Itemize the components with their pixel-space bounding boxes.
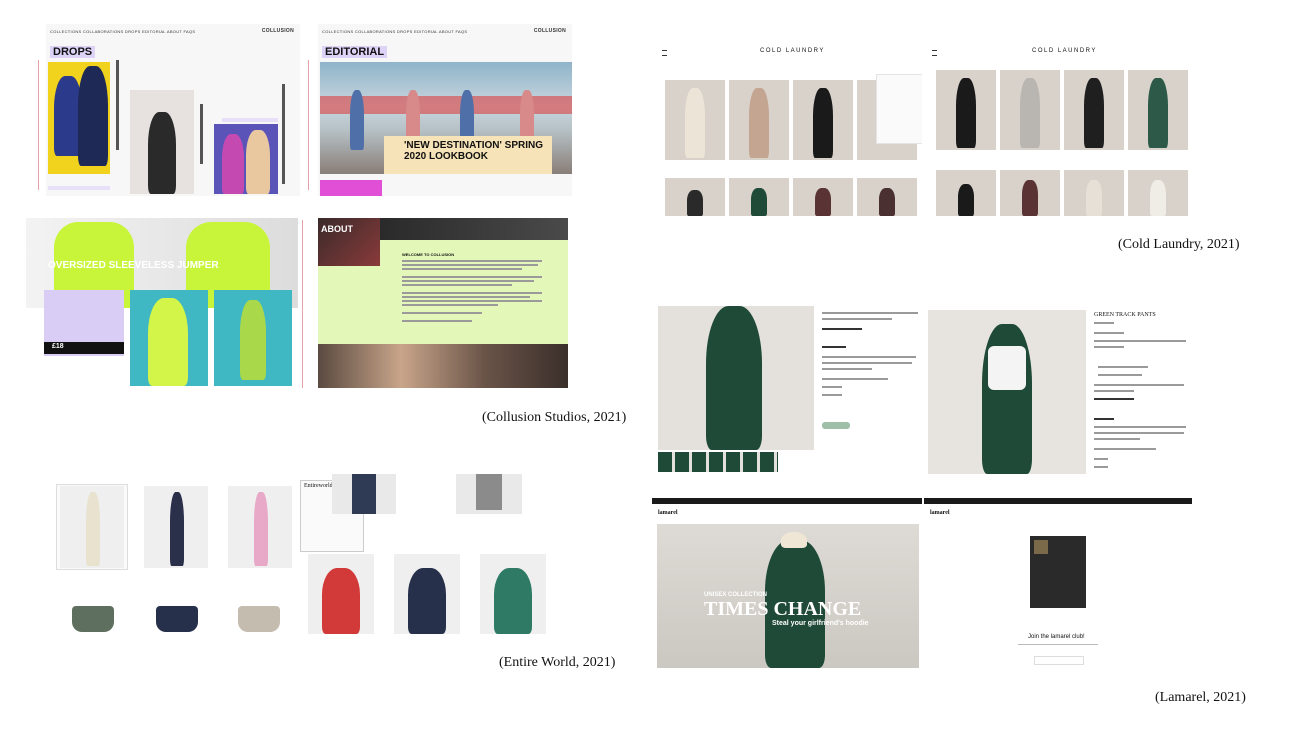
cold-laundry-product-1 — [656, 304, 922, 474]
jumper-photo-1[interactable] — [130, 290, 208, 386]
cl-sort-dropdown[interactable] — [876, 74, 922, 144]
collusion-editorial-screenshot: COLLECTIONS COLLABORATIONS DROPS EDITORI… — [318, 24, 572, 196]
jumper-title: OVERSIZED SLEEVELESS JUMPER — [48, 260, 219, 271]
cl2-product-8[interactable] — [1128, 170, 1188, 216]
ew-model-2[interactable] — [144, 486, 208, 568]
cl2-product-2[interactable] — [1000, 70, 1060, 150]
collusion-about-screenshot: ABOUT WELCOME TO COLLUSION — [318, 218, 568, 388]
lookbook-card[interactable]: 'NEW DESTINATION' SPRING 2020 LOOKBOOK — [384, 136, 552, 174]
ew-short-3[interactable] — [238, 606, 280, 632]
ew-brand-2[interactable]: Entireworld — [304, 483, 333, 489]
drops-label: DROPS — [50, 46, 96, 58]
editorial-label: EDITORIAL — [322, 46, 388, 58]
about-photo-strip — [380, 218, 568, 240]
lamarel-hero-title: TIMES CHANGE — [704, 598, 862, 620]
caption-lamarel: (Lamarel, 2021) — [1155, 690, 1246, 705]
lamarel-playlist-widget[interactable] — [1030, 536, 1086, 608]
menu-icon[interactable] — [662, 50, 667, 56]
cold-laundry-screenshot-2: COLD LAUNDRY — [926, 44, 1192, 216]
lamarel-club-heading: Join the lamarel club! — [1028, 634, 1085, 640]
collusion-red-margin-2 — [308, 60, 309, 190]
ew-top-1[interactable] — [332, 474, 396, 514]
vertical-text-3 — [282, 84, 285, 184]
drops-photo-middle[interactable] — [130, 90, 194, 194]
cold-laundry-product-2: GREEN TRACK PANTS — [926, 304, 1192, 480]
menu-icon-2[interactable] — [932, 50, 937, 56]
lamarel-brand[interactable]: lamarel — [658, 510, 678, 516]
cold-laundry-screenshot-1: COLD LAUNDRY — [656, 44, 922, 216]
about-heading: WELCOME TO COLLUSION — [402, 252, 455, 257]
ew-short-2[interactable] — [156, 606, 198, 632]
lamarel-hero-photo[interactable] — [657, 524, 919, 668]
cl2-product-4[interactable] — [1128, 70, 1188, 150]
collusion-brand-2[interactable]: COLLUSION — [534, 28, 566, 34]
caption-collusion: (Collusion Studios, 2021) — [482, 410, 627, 425]
about-photo-bottom — [318, 344, 568, 388]
cl-pdp2-photo[interactable] — [928, 310, 1086, 474]
vertical-text-2 — [200, 104, 203, 164]
cl2-product-3[interactable] — [1064, 70, 1124, 150]
cold-laundry-brand[interactable]: COLD LAUNDRY — [760, 48, 825, 54]
ew-short-1[interactable] — [72, 606, 114, 632]
lamarel-hero-sub: Steal your girlfriend's hoodie — [772, 620, 869, 627]
collusion-nav-2[interactable]: COLLECTIONS COLLABORATIONS DROPS EDITORI… — [322, 29, 467, 34]
jumper-add-bar[interactable]: £18 — [44, 342, 124, 354]
cl-add-to-cart[interactable] — [822, 422, 850, 429]
jumper-photo-2[interactable] — [214, 290, 292, 386]
cl-product-8[interactable] — [857, 178, 917, 216]
cl-product-5[interactable] — [665, 178, 725, 216]
cl-product-2[interactable] — [729, 80, 789, 160]
cl-product-7[interactable] — [793, 178, 853, 216]
lamarel-announcement-bar — [652, 498, 922, 504]
collusion-jumper-screenshot: OVERSIZED SLEEVELESS JUMPER £18 — [26, 218, 298, 388]
cl-product-6[interactable] — [729, 178, 789, 216]
cl2-product-1[interactable] — [936, 70, 996, 150]
ew-top-2[interactable] — [456, 474, 522, 514]
cl-pdp-thumbs[interactable] — [658, 452, 778, 472]
ew-model-3[interactable] — [228, 486, 292, 568]
lamarel-announcement-bar-2 — [924, 498, 1192, 504]
collusion-red-margin-1 — [38, 60, 39, 190]
collusion-drops-screenshot: COLLECTIONS COLLABORATIONS DROPS EDITORI… — [46, 24, 300, 196]
lamarel-email-input[interactable] — [1034, 656, 1084, 665]
drops-tag-row — [222, 118, 278, 122]
cl-product-title: GREEN TRACK PANTS — [1094, 312, 1156, 318]
drops-photo-right[interactable] — [214, 124, 278, 194]
drops-photo-yellow[interactable] — [48, 62, 110, 174]
drops-tag-row-bottom — [48, 186, 110, 190]
ew-jacket-2[interactable] — [394, 554, 460, 634]
caption-cold-laundry: (Cold Laundry, 2021) — [1118, 237, 1240, 252]
jumper-price: £18 — [52, 343, 64, 350]
ew-jacket-1[interactable] — [308, 554, 374, 634]
cl-product-1[interactable] — [665, 80, 725, 160]
cl2-product-5[interactable] — [936, 170, 996, 216]
lamarel-club-screenshot: lamarel Join the lamarel club! — [924, 498, 1192, 670]
cl2-product-7[interactable] — [1064, 170, 1124, 216]
collusion-nav[interactable]: COLLECTIONS COLLABORATIONS DROPS EDITORI… — [50, 29, 195, 34]
caption-entire-world: (Entire World, 2021) — [499, 655, 616, 670]
cl2-product-6[interactable] — [1000, 170, 1060, 216]
ew-jacket-3[interactable] — [480, 554, 546, 634]
editorial-thumb[interactable] — [320, 180, 382, 196]
figure-page: { "collusion": { "caption": "(Collusion … — [0, 0, 1298, 730]
cl-pdp-photo[interactable] — [658, 306, 814, 450]
lamarel-hero-screenshot: lamarel UNISEX COLLECTION TIMES CHANGE S… — [652, 498, 922, 670]
cold-laundry-brand-2[interactable]: COLD LAUNDRY — [1032, 48, 1097, 54]
lamarel-brand-2[interactable]: lamarel — [930, 510, 950, 516]
about-label: ABOUT — [321, 224, 353, 234]
cl-product-3[interactable] — [793, 80, 853, 160]
collusion-red-margin-3 — [302, 220, 303, 388]
ew-model-1[interactable] — [60, 486, 124, 568]
vertical-text-1 — [116, 60, 119, 150]
entire-world-screenshot: Entireworld Entireworld — [56, 474, 552, 640]
collusion-brand[interactable]: COLLUSION — [262, 28, 294, 34]
lookbook-title: 'NEW DESTINATION' SPRING 2020 LOOKBOOK — [404, 140, 544, 162]
